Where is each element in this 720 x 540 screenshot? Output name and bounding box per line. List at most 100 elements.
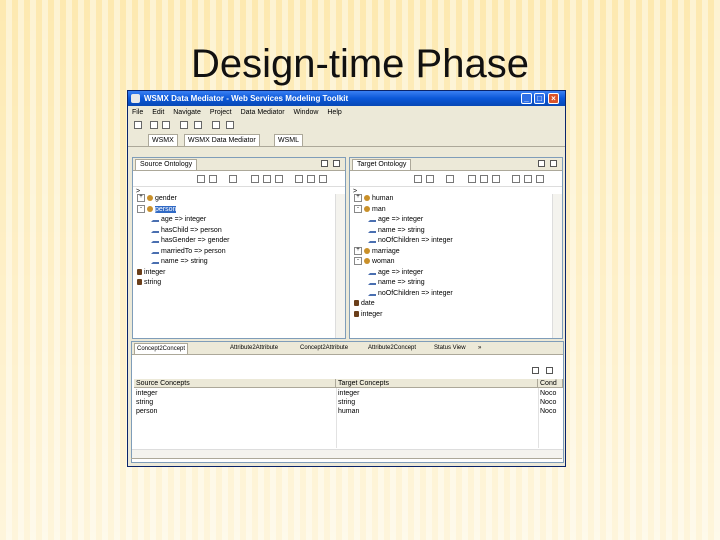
tree-node[interactable]: + marriage [354, 246, 400, 257]
tool-icon-2[interactable] [426, 175, 434, 183]
tree-node[interactable]: age => integer [368, 215, 423, 225]
tree-node[interactable]: age => integer [151, 215, 206, 225]
close-icon[interactable]: × [548, 93, 559, 104]
mapping-tool-icon-2[interactable] [546, 367, 553, 374]
tool-icon-7[interactable] [512, 175, 520, 183]
collapse-icon[interactable]: - [137, 204, 145, 213]
minimize-icon[interactable]: _ [521, 93, 532, 104]
tab-concept2attribute[interactable]: Concept2Attribute [298, 343, 350, 353]
minimize-view-icon[interactable] [538, 160, 545, 167]
tree-node[interactable]: + gender [137, 194, 177, 204]
tree-node[interactable]: noOfChildren => integer [368, 289, 453, 299]
tree-node[interactable]: - person [137, 204, 177, 215]
expand-icon[interactable]: + [354, 194, 362, 203]
tree-node[interactable]: - woman [354, 257, 395, 267]
target-concept-tree: + human - man age => integer name => string no… [350, 194, 562, 338]
target-scrollbar[interactable] [552, 194, 562, 338]
mapping-cell[interactable]: integer [134, 389, 336, 398]
tool-icon-9[interactable] [319, 175, 327, 183]
column-source-concepts[interactable]: Source Concepts [134, 379, 336, 388]
mapping-tool-icon-1[interactable] [532, 367, 539, 374]
tree-node[interactable]: marriedTo => person [151, 247, 226, 257]
tool-icon-4[interactable] [251, 175, 259, 183]
maximize-view-icon[interactable] [333, 160, 340, 167]
tool-icon-9[interactable] [536, 175, 544, 183]
tree-node[interactable]: name => string [368, 278, 425, 288]
print-icon[interactable] [162, 121, 170, 129]
collapse-icon[interactable]: - [354, 204, 362, 213]
tool-icon-2[interactable] [209, 175, 217, 183]
tool-icon-3[interactable] [446, 175, 454, 183]
expand-icon[interactable]: + [137, 194, 145, 203]
mapping-cell[interactable]: Noco [538, 407, 563, 416]
tool-icon-5[interactable] [263, 175, 271, 183]
tool-icon-4[interactable] [468, 175, 476, 183]
perspective-tab-wsmx[interactable]: WSMX [148, 134, 178, 147]
mapping-cell[interactable]: integer [336, 389, 538, 398]
open-folder-icon[interactable] [180, 121, 188, 129]
mapping-cell[interactable]: Noco [538, 398, 563, 407]
minimize-view-icon[interactable] [321, 160, 328, 167]
menu-help[interactable]: Help [327, 109, 341, 116]
maximize-view-icon[interactable] [550, 160, 557, 167]
tree-node[interactable]: + human [354, 194, 393, 204]
perspective-tab-wsml[interactable]: WSML [274, 134, 303, 147]
tools-icon[interactable] [194, 121, 202, 129]
back-arrow-icon[interactable] [212, 121, 220, 129]
mapping-tabs: Concept2Concept Attribute2Attribute Conc… [132, 342, 563, 355]
menu-window[interactable]: Window [294, 109, 319, 116]
app-window: WSMX Data Mediator - Web Services Modeli… [127, 90, 566, 467]
menu-data-mediator[interactable]: Data Mediator [241, 109, 285, 116]
tree-node[interactable]: date [354, 299, 375, 309]
tool-icon-1[interactable] [414, 175, 422, 183]
tree-node[interactable]: age => integer [368, 268, 423, 278]
tree-node[interactable]: name => string [151, 257, 208, 267]
collapse-icon[interactable]: - [354, 257, 362, 266]
tree-node[interactable]: hasGender => gender [151, 236, 230, 246]
tool-icon-3[interactable] [229, 175, 237, 183]
tool-icon-7[interactable] [295, 175, 303, 183]
attribute-icon [151, 248, 159, 254]
tree-node[interactable]: integer [354, 310, 382, 320]
maximize-icon[interactable]: □ [534, 93, 545, 104]
tab-source-ontology[interactable]: Source Ontology [135, 159, 198, 170]
tree-node[interactable]: string [137, 278, 161, 288]
perspective-tab-data-mediator[interactable]: WSMX Data Mediator [184, 134, 260, 147]
menu-file[interactable]: File [132, 109, 143, 116]
tab-status-view[interactable]: Status View [432, 343, 468, 353]
tool-icon-6[interactable] [275, 175, 283, 183]
mapping-cell[interactable]: person [134, 407, 336, 416]
new-icon[interactable] [134, 121, 142, 129]
tool-icon-1[interactable] [197, 175, 205, 183]
source-scrollbar[interactable] [335, 194, 345, 338]
tool-icon-8[interactable] [307, 175, 315, 183]
tab-attribute2attribute[interactable]: Attribute2Attribute [228, 343, 280, 353]
tool-icon-5[interactable] [480, 175, 488, 183]
tool-icon-6[interactable] [492, 175, 500, 183]
menu-navigate[interactable]: Navigate [173, 109, 201, 116]
mapping-cell[interactable]: string [336, 398, 538, 407]
tab-target-ontology[interactable]: Target Ontology [352, 159, 412, 170]
tree-node-label: marriage [372, 247, 400, 255]
menu-edit[interactable]: Edit [152, 109, 164, 116]
column-target-concepts[interactable]: Target Concepts [336, 379, 538, 388]
window-titlebar[interactable]: WSMX Data Mediator - Web Services Modeli… [128, 91, 565, 106]
tab-attribute2concept[interactable]: Attribute2Concept [366, 343, 418, 353]
column-condition[interactable]: Cond [538, 379, 563, 388]
more-tabs-icon[interactable]: » [476, 343, 483, 353]
tree-node[interactable]: integer [137, 268, 165, 278]
tree-node[interactable]: hasChild => person [151, 226, 222, 236]
mapping-cell[interactable]: Noco [538, 389, 563, 398]
save-icon[interactable] [150, 121, 158, 129]
tree-node[interactable]: noOfChildren => integer [368, 236, 453, 246]
tree-node[interactable]: name => string [368, 226, 425, 236]
mapping-cell[interactable]: string [134, 398, 336, 407]
menu-project[interactable]: Project [210, 109, 232, 116]
forward-arrow-icon[interactable] [226, 121, 234, 129]
tree-node[interactable]: - man [354, 204, 386, 215]
datatype-icon [137, 279, 142, 286]
expand-icon[interactable]: + [354, 246, 362, 255]
tool-icon-8[interactable] [524, 175, 532, 183]
mapping-cell[interactable]: human [336, 407, 538, 416]
tab-concept2concept[interactable]: Concept2Concept [134, 343, 189, 354]
